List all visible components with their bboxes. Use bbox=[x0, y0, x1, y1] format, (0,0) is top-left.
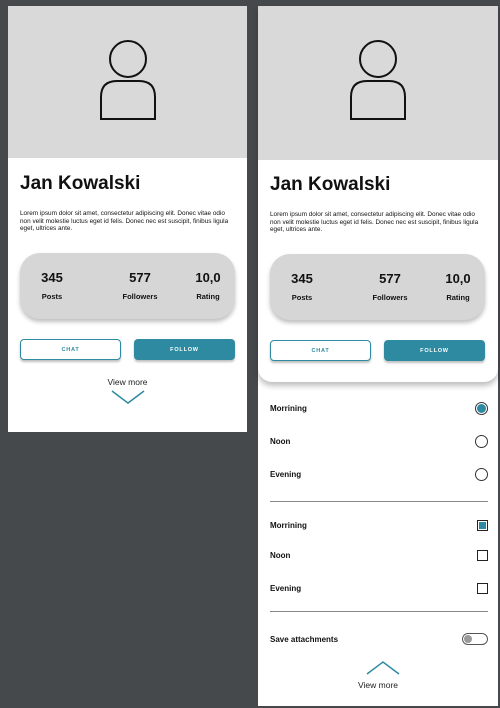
profile-panel: Jan Kowalski Lorem ipsum dolor sit amet,… bbox=[258, 6, 498, 382]
view-more-label[interactable]: View more bbox=[8, 377, 247, 387]
stat-value: 577 bbox=[379, 271, 401, 286]
save-attachments-toggle[interactable] bbox=[462, 633, 488, 645]
stat-value: 345 bbox=[41, 270, 63, 285]
checkbox[interactable] bbox=[477, 582, 488, 594]
stat-followers: 577 Followers bbox=[110, 253, 170, 319]
divider bbox=[270, 501, 488, 502]
stat-rating: 10,0 Rating bbox=[440, 254, 476, 320]
stat-value: 577 bbox=[129, 270, 151, 285]
option-label: Evening bbox=[270, 469, 302, 479]
checkbox[interactable] bbox=[477, 549, 488, 561]
user-silhouette-icon bbox=[350, 40, 406, 120]
user-silhouette-icon bbox=[99, 40, 156, 120]
profile-card-expanded: Jan Kowalski Lorem ipsum dolor sit amet,… bbox=[258, 6, 498, 706]
option-label: Noon bbox=[270, 436, 291, 446]
chat-button[interactable]: CHAT bbox=[270, 340, 371, 361]
profile-card-collapsed: Jan Kowalski Lorem ipsum dolor sit amet,… bbox=[8, 6, 247, 432]
stat-posts: 345 Posts bbox=[284, 254, 320, 320]
stat-label: Posts bbox=[291, 293, 313, 302]
checkbox-option-noon[interactable]: Noon bbox=[270, 545, 488, 565]
avatar bbox=[8, 6, 247, 158]
stats-panel: 345 Posts 577 Followers 10,0 Rating bbox=[270, 254, 485, 320]
avatar bbox=[258, 6, 498, 160]
toggle-knob bbox=[464, 635, 472, 643]
stat-followers: 577 Followers bbox=[360, 254, 420, 320]
checkbox-option-evening[interactable]: Evening bbox=[270, 578, 488, 598]
radio-option-noon[interactable]: Noon bbox=[270, 431, 488, 451]
option-label: Morrining bbox=[270, 520, 307, 530]
stat-value: 10,0 bbox=[445, 271, 471, 286]
stat-posts: 345 Posts bbox=[34, 253, 70, 319]
save-attachments-row[interactable]: Save attachments bbox=[270, 629, 488, 649]
radio-button[interactable] bbox=[475, 434, 488, 448]
radio-dot bbox=[477, 403, 486, 413]
radio-button[interactable] bbox=[475, 401, 488, 415]
stat-label: Followers bbox=[122, 292, 158, 301]
option-label: Morrining bbox=[270, 403, 307, 413]
chevron-down-icon[interactable] bbox=[110, 389, 146, 405]
checkbox-option-morning[interactable]: Morrining bbox=[270, 515, 488, 535]
view-more-label[interactable]: View more bbox=[258, 680, 498, 690]
chevron-up-icon[interactable] bbox=[365, 660, 401, 676]
chat-button[interactable]: CHAT bbox=[20, 339, 121, 360]
profile-bio: Lorem ipsum dolor sit amet, consectetur … bbox=[20, 210, 229, 233]
stat-label: Rating bbox=[446, 293, 470, 302]
divider bbox=[270, 611, 488, 612]
stats-panel: 345 Posts 577 Followers 10,0 Rating bbox=[20, 253, 235, 319]
profile-name: Jan Kowalski bbox=[20, 173, 141, 194]
stat-label: Rating bbox=[196, 292, 220, 301]
option-label: Evening bbox=[270, 583, 302, 593]
radio-option-morning[interactable]: Morrining bbox=[270, 398, 488, 418]
checkbox-fill bbox=[479, 521, 486, 529]
option-label: Noon bbox=[270, 550, 291, 560]
stat-value: 345 bbox=[291, 271, 313, 286]
radio-option-evening[interactable]: Evening bbox=[270, 464, 488, 484]
profile-name: Jan Kowalski bbox=[270, 174, 391, 195]
stat-label: Posts bbox=[41, 292, 63, 301]
stat-value: 10,0 bbox=[195, 270, 221, 285]
follow-button[interactable]: FOLLOW bbox=[384, 340, 485, 361]
radio-button[interactable] bbox=[475, 467, 488, 481]
option-label: Save attachments bbox=[270, 634, 339, 644]
stat-rating: 10,0 Rating bbox=[190, 253, 226, 319]
follow-button[interactable]: FOLLOW bbox=[134, 339, 235, 360]
profile-bio: Lorem ipsum dolor sit amet, consectetur … bbox=[270, 211, 479, 234]
checkbox[interactable] bbox=[477, 519, 488, 531]
stat-label: Followers bbox=[372, 293, 408, 302]
